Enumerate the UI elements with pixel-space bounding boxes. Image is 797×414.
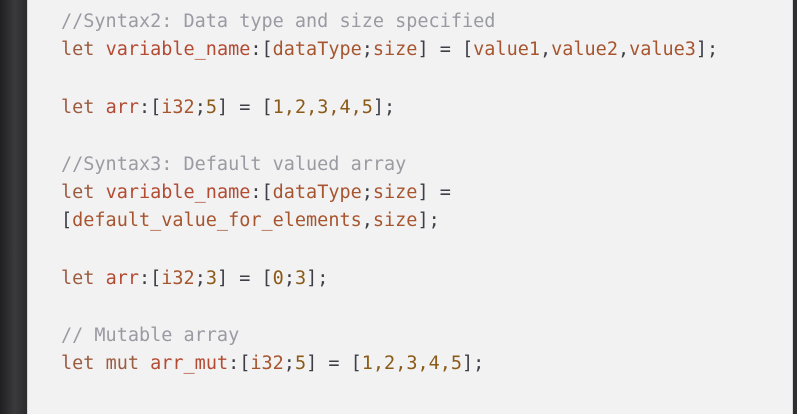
punctuation: ]; bbox=[462, 353, 485, 374]
comma: , bbox=[617, 39, 630, 60]
punctuation: ; bbox=[361, 182, 373, 203]
punctuation: :[ bbox=[138, 268, 162, 289]
code-line-syntax3-continued: [default_value_for_elements,size]; bbox=[61, 207, 440, 235]
window-edge-left bbox=[0, 0, 24, 414]
type-name: i32 bbox=[161, 268, 195, 289]
code-line-arr: let arr:[i32;5] = [1,2,3,4,5]; bbox=[61, 94, 395, 122]
value-token: value3 bbox=[629, 39, 696, 60]
punctuation: ] = [ bbox=[306, 353, 362, 374]
comma: , bbox=[361, 210, 373, 231]
comment-syntax2: //Syntax2: Data type and size specified bbox=[61, 11, 496, 32]
type-name: i32 bbox=[250, 353, 284, 374]
keyword-let: let bbox=[61, 97, 95, 118]
punctuation: ] = [ bbox=[216, 268, 273, 289]
window-edge-right bbox=[793, 0, 797, 414]
variable-name: variable_name bbox=[105, 39, 251, 60]
punctuation: ]; bbox=[695, 39, 719, 60]
size-number: 5 bbox=[294, 353, 307, 374]
semicolon: ; bbox=[283, 268, 295, 289]
punctuation: ]; bbox=[372, 97, 396, 118]
punctuation: :[ bbox=[228, 353, 251, 374]
default-value-number: 0 bbox=[272, 268, 284, 289]
array-values: 1,2,3,4,5 bbox=[272, 97, 373, 118]
type-name: dataType bbox=[272, 39, 362, 60]
punctuation: ; bbox=[361, 39, 373, 60]
size-name: size bbox=[372, 39, 418, 60]
punctuation: ]; bbox=[306, 268, 329, 289]
punctuation: [ bbox=[61, 210, 73, 231]
size-number: 3 bbox=[205, 268, 217, 289]
default-value-token: default_value_for_elements bbox=[72, 210, 362, 231]
punctuation: ; bbox=[194, 97, 206, 118]
variable-name: arr_mut bbox=[150, 353, 229, 374]
code-line-syntax3: let variable_name:[dataType;size] = bbox=[61, 179, 451, 207]
punctuation: ] = [ bbox=[417, 39, 474, 60]
punctuation: ; bbox=[283, 353, 295, 374]
punctuation: ]; bbox=[417, 210, 440, 231]
comma: , bbox=[539, 39, 552, 60]
size-name: size bbox=[372, 182, 418, 203]
code-editor[interactable]: //Syntax2: Data type and size specified … bbox=[27, 0, 793, 414]
variable-name: arr bbox=[105, 97, 139, 118]
keyword-let: let bbox=[61, 268, 95, 289]
punctuation: :[ bbox=[138, 97, 162, 118]
size-number: 5 bbox=[205, 97, 217, 118]
type-name: i32 bbox=[161, 97, 195, 118]
variable-name: variable_name bbox=[105, 182, 251, 203]
punctuation: ] = bbox=[417, 182, 451, 203]
code-line-syntax2: let variable_name:[dataType;size] = [val… bbox=[61, 36, 718, 64]
size-name: size bbox=[372, 210, 418, 231]
keyword-let: let bbox=[61, 182, 95, 203]
code-line-arr-default: let arr:[i32;3] = [0;3]; bbox=[61, 265, 328, 293]
punctuation: ] = [ bbox=[216, 97, 273, 118]
screenshot-frame: //Syntax2: Data type and size specified … bbox=[0, 0, 797, 414]
punctuation: :[ bbox=[250, 182, 273, 203]
code-line-mutable: let mut arr_mut:[i32;5] = [1,2,3,4,5]; bbox=[61, 350, 484, 378]
value-token: value2 bbox=[551, 39, 618, 60]
comment-syntax3: //Syntax3: Default valued array bbox=[61, 154, 407, 175]
punctuation: ; bbox=[194, 268, 206, 289]
repeat-count-number: 3 bbox=[294, 268, 307, 289]
variable-name: arr bbox=[105, 268, 139, 289]
keyword-let: let bbox=[61, 353, 95, 374]
type-name: dataType bbox=[272, 182, 362, 203]
value-token: value1 bbox=[473, 39, 540, 60]
keyword-mut: mut bbox=[105, 353, 139, 374]
array-values: 1,2,3,4,5 bbox=[361, 353, 463, 374]
keyword-let: let bbox=[61, 39, 95, 60]
punctuation: :[ bbox=[250, 39, 273, 60]
comment-mutable: // Mutable array bbox=[61, 325, 240, 346]
